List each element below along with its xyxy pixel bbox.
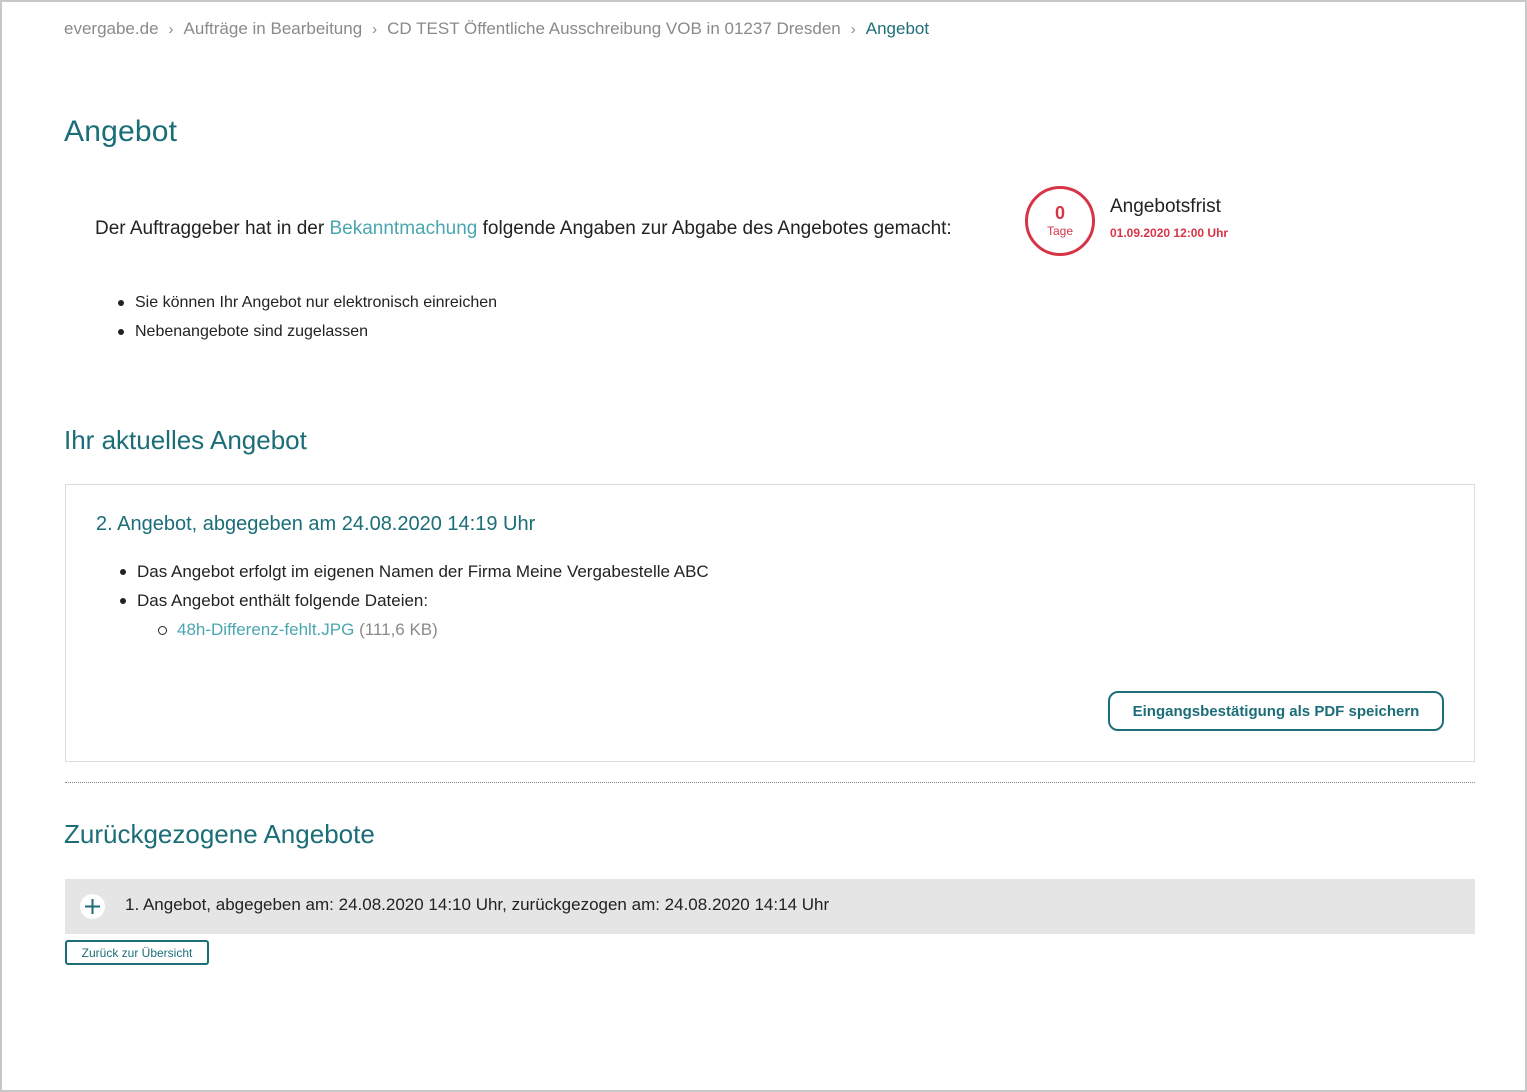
- current-offer-section-title: Ihr aktuelles Angebot: [64, 425, 307, 455]
- breadcrumb-item-home[interactable]: evergabe.de: [64, 19, 159, 39]
- page-title: Angebot: [64, 115, 178, 148]
- file-download-link[interactable]: 48h-Differenz-fehlt.JPG: [177, 620, 354, 639]
- deadline-date: 01.09.2020 12:00 Uhr: [1110, 226, 1229, 240]
- offer-files-text: Das Angebot enthält folgende Dateien:: [137, 591, 429, 610]
- deadline-days-label: Tage: [1046, 224, 1074, 238]
- page-frame: evergabe.de › Aufträge in Bearbeitung › …: [0, 0, 1527, 1092]
- current-offer-details-list: Das Angebot erfolgt im eigenen Namen der…: [120, 557, 709, 644]
- intro-text: Der Auftraggeber hat in der Bekanntmachu…: [95, 215, 955, 243]
- withdrawn-offer-row[interactable]: 1. Angebot, abgegeben am: 24.08.2020 14:…: [65, 879, 1475, 934]
- intro-text-before: Der Auftraggeber hat in der: [95, 218, 330, 239]
- back-to-overview-button[interactable]: Zurück zur Übersicht: [65, 940, 209, 965]
- withdrawn-offers-section-title: Zurückgezogene Angebote: [64, 819, 375, 849]
- file-list-item: 48h-Differenz-fehlt.JPG (111,6 KB): [158, 615, 709, 644]
- list-item: Nebenangebote sind zugelassen: [117, 318, 497, 347]
- section-divider: [65, 782, 1475, 783]
- intro-requirements-list: Sie können Ihr Angebot nur elektronisch …: [117, 289, 497, 347]
- breadcrumb-item-current: Angebot: [865, 19, 930, 38]
- offer-company-text: Das Angebot erfolgt im eigenen Namen der…: [137, 562, 709, 581]
- chevron-right-icon: ›: [850, 20, 856, 38]
- deadline-days-count: 0: [1054, 203, 1065, 223]
- withdrawn-offer-label: 1. Angebot, abgegeben am: 24.08.2020 14:…: [125, 895, 830, 914]
- list-item: Sie können Ihr Angebot nur elektronisch …: [117, 289, 497, 318]
- deadline-title: Angebotsfrist: [1110, 196, 1221, 217]
- chevron-right-icon: ›: [372, 20, 378, 38]
- breadcrumb: evergabe.de › Aufträge in Bearbeitung › …: [64, 17, 929, 41]
- plus-icon[interactable]: [80, 894, 105, 919]
- file-size: (111,6 KB): [359, 620, 438, 639]
- breadcrumb-item-orders[interactable]: Aufträge in Bearbeitung: [184, 19, 363, 39]
- chevron-right-icon: ›: [168, 20, 174, 38]
- save-receipt-pdf-button[interactable]: Eingangsbestätigung als PDF speichern: [1108, 691, 1444, 731]
- offer-files-list: 48h-Differenz-fehlt.JPG (111,6 KB): [158, 615, 709, 644]
- current-offer-heading: 2. Angebot, abgegeben am 24.08.2020 14:1…: [96, 513, 536, 535]
- list-item: Das Angebot erfolgt im eigenen Namen der…: [120, 557, 709, 586]
- breadcrumb-item-tender[interactable]: CD TEST Öffentliche Ausschreibung VOB in…: [387, 19, 841, 39]
- deadline-days-badge: 0 Tage: [1025, 186, 1095, 256]
- list-item: Das Angebot enthält folgende Dateien: 48…: [120, 586, 709, 644]
- intro-text-after: folgende Angaben zur Abgabe des Angebote…: [477, 218, 952, 239]
- announcement-link[interactable]: Bekanntmachung: [329, 218, 477, 239]
- current-offer-card: 2. Angebot, abgegeben am 24.08.2020 14:1…: [65, 484, 1475, 762]
